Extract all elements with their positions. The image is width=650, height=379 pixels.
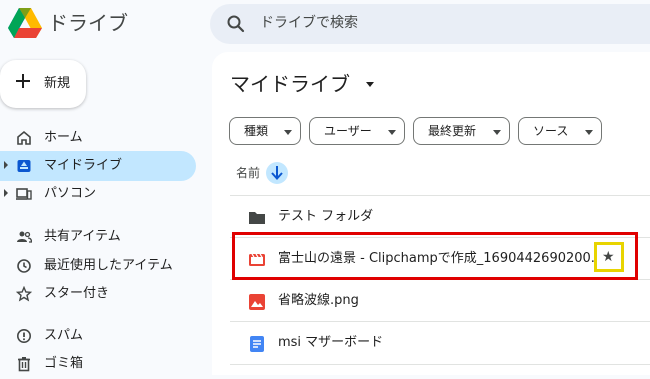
filter-last-modified[interactable]: 最終更新 — [413, 117, 510, 145]
star-icon: ★ — [602, 249, 615, 265]
new-button[interactable] — [0, 60, 86, 108]
sidebar-item-label: ホーム — [44, 130, 83, 145]
expand-arrow-icon[interactable] — [4, 189, 8, 197]
search-input[interactable]: ドライブで検索 — [260, 13, 358, 33]
spam-icon — [17, 329, 31, 343]
filter-source[interactable]: ソース — [518, 117, 602, 145]
clock-icon — [17, 259, 31, 273]
sidebar-item-starred[interactable]: スター付き — [0, 279, 196, 309]
google-drive-logo-icon[interactable] — [8, 8, 42, 38]
sort-direction-button[interactable] — [266, 162, 288, 184]
filter-label: ソース — [533, 124, 569, 138]
filter-user[interactable]: ユーザー — [309, 117, 405, 145]
sidebar-item-shared[interactable]: 共有アイテム — [0, 222, 196, 252]
drive-icon — [17, 160, 31, 172]
file-name: 省略波線.png — [278, 293, 359, 308]
search-icon[interactable] — [226, 14, 246, 34]
sidebar-item-label: 最近使用したアイテム — [44, 258, 173, 273]
people-icon — [17, 231, 32, 243]
chevron-down-icon — [493, 130, 501, 135]
filter-label: ユーザー — [324, 124, 372, 138]
sidebar-item-recent[interactable]: 最近使用したアイテム — [0, 251, 196, 281]
app-title[interactable]: ドライブ — [48, 8, 128, 38]
sort-column-name[interactable]: 名前 — [236, 164, 260, 182]
sidebar-item-spam[interactable]: スパム — [0, 321, 196, 351]
chevron-down-icon — [585, 130, 593, 135]
home-icon — [17, 130, 31, 145]
sidebar-item-computers[interactable]: パソコン — [0, 179, 196, 209]
page-title[interactable]: マイドライブ — [230, 70, 350, 98]
filter-label: 最終更新 — [428, 124, 477, 138]
starred-indicator[interactable]: ★ — [594, 242, 624, 272]
image-icon — [249, 294, 265, 310]
sidebar-item-home[interactable]: ホーム — [0, 123, 196, 153]
file-name: テスト フォルダ — [278, 209, 374, 224]
star-outline-icon — [16, 286, 32, 302]
computer-icon — [16, 188, 32, 200]
sidebar-item-label: スパム — [44, 328, 84, 343]
filter-type[interactable]: 種類 — [229, 117, 301, 145]
sidebar-item-label: パソコン — [44, 186, 97, 201]
sidebar-item-label: スター付き — [44, 286, 110, 301]
plus-icon — [16, 74, 30, 88]
sidebar-item-my-drive[interactable]: マイドライブ — [0, 151, 196, 181]
sidebar-item-label: ゴミ箱 — [44, 356, 84, 371]
highlight-box — [232, 232, 638, 280]
filter-label: 種類 — [244, 124, 269, 138]
file-name: msi マザーボード — [278, 335, 384, 350]
chevron-down-icon — [388, 130, 396, 135]
file-row-document[interactable]: msi マザーボード — [230, 321, 650, 365]
chevron-down-icon — [284, 130, 292, 135]
sidebar-item-label: 共有アイテム — [44, 229, 121, 244]
docs-icon — [250, 336, 264, 352]
folder-icon — [249, 212, 265, 224]
sidebar-item-label: マイドライブ — [44, 158, 123, 173]
new-button-label: 新規 — [44, 76, 71, 91]
arrow-down-icon — [271, 166, 283, 180]
file-row-image[interactable]: 省略波線.png — [230, 279, 650, 322]
chevron-down-icon[interactable] — [366, 82, 374, 87]
expand-arrow-icon[interactable] — [4, 161, 8, 169]
trash-icon — [18, 357, 30, 372]
